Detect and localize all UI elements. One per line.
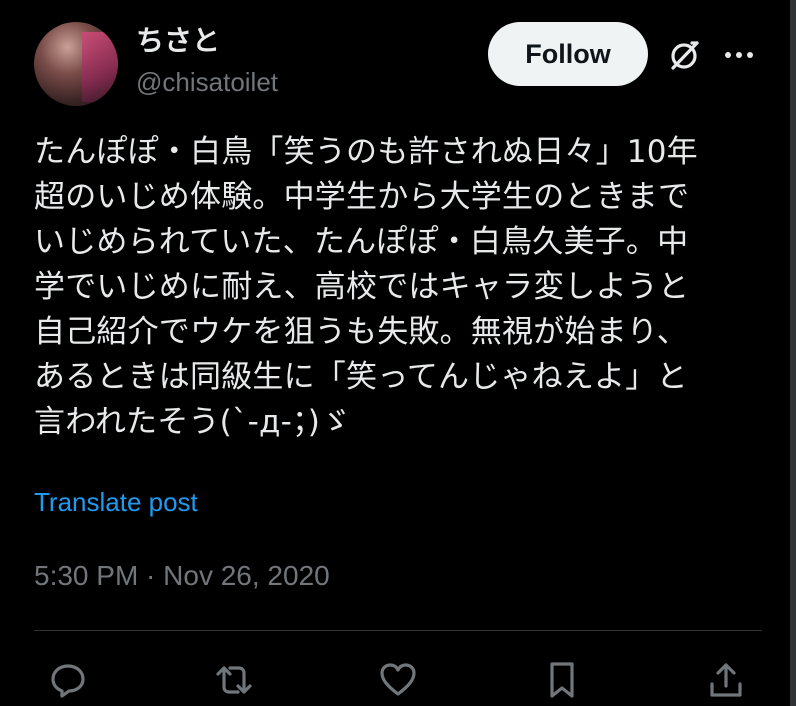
retweet-icon: [216, 666, 252, 694]
reply-button[interactable]: [46, 658, 90, 702]
share-icon: [710, 663, 742, 697]
post-container: ちさと @chisatoilet Follow たんぽぽ・白鳥「笑うのも許されぬ…: [0, 0, 796, 706]
user-handle[interactable]: @chisatoilet: [136, 64, 278, 100]
follow-button[interactable]: Follow: [488, 22, 648, 86]
display-name[interactable]: ちさと: [136, 22, 220, 60]
bookmark-icon: [550, 662, 574, 698]
avatar-image: [82, 32, 118, 102]
more-horizontal-icon[interactable]: [722, 38, 756, 72]
grok-icon[interactable]: [664, 36, 704, 76]
avatar[interactable]: [34, 22, 118, 106]
divider: [34, 630, 762, 631]
bookmark-button[interactable]: [540, 658, 584, 702]
share-button[interactable]: [704, 658, 748, 702]
heart-icon: [380, 663, 416, 696]
more-dots-graphic: [725, 52, 753, 58]
post-timestamp[interactable]: 5:30 PM · Nov 26, 2020: [34, 556, 330, 596]
reply-icon: [51, 664, 85, 698]
scroll-border: [790, 0, 796, 706]
like-button[interactable]: [376, 658, 420, 702]
translate-post-link[interactable]: Translate post: [34, 484, 198, 520]
retweet-button[interactable]: [212, 658, 256, 702]
tweet-text: たんぽぽ・白鳥「笑うのも許されぬ日々」10年 超のいじめ体験。中学生から大学生の…: [34, 134, 698, 440]
grok-icon-graphic: [671, 41, 699, 70]
